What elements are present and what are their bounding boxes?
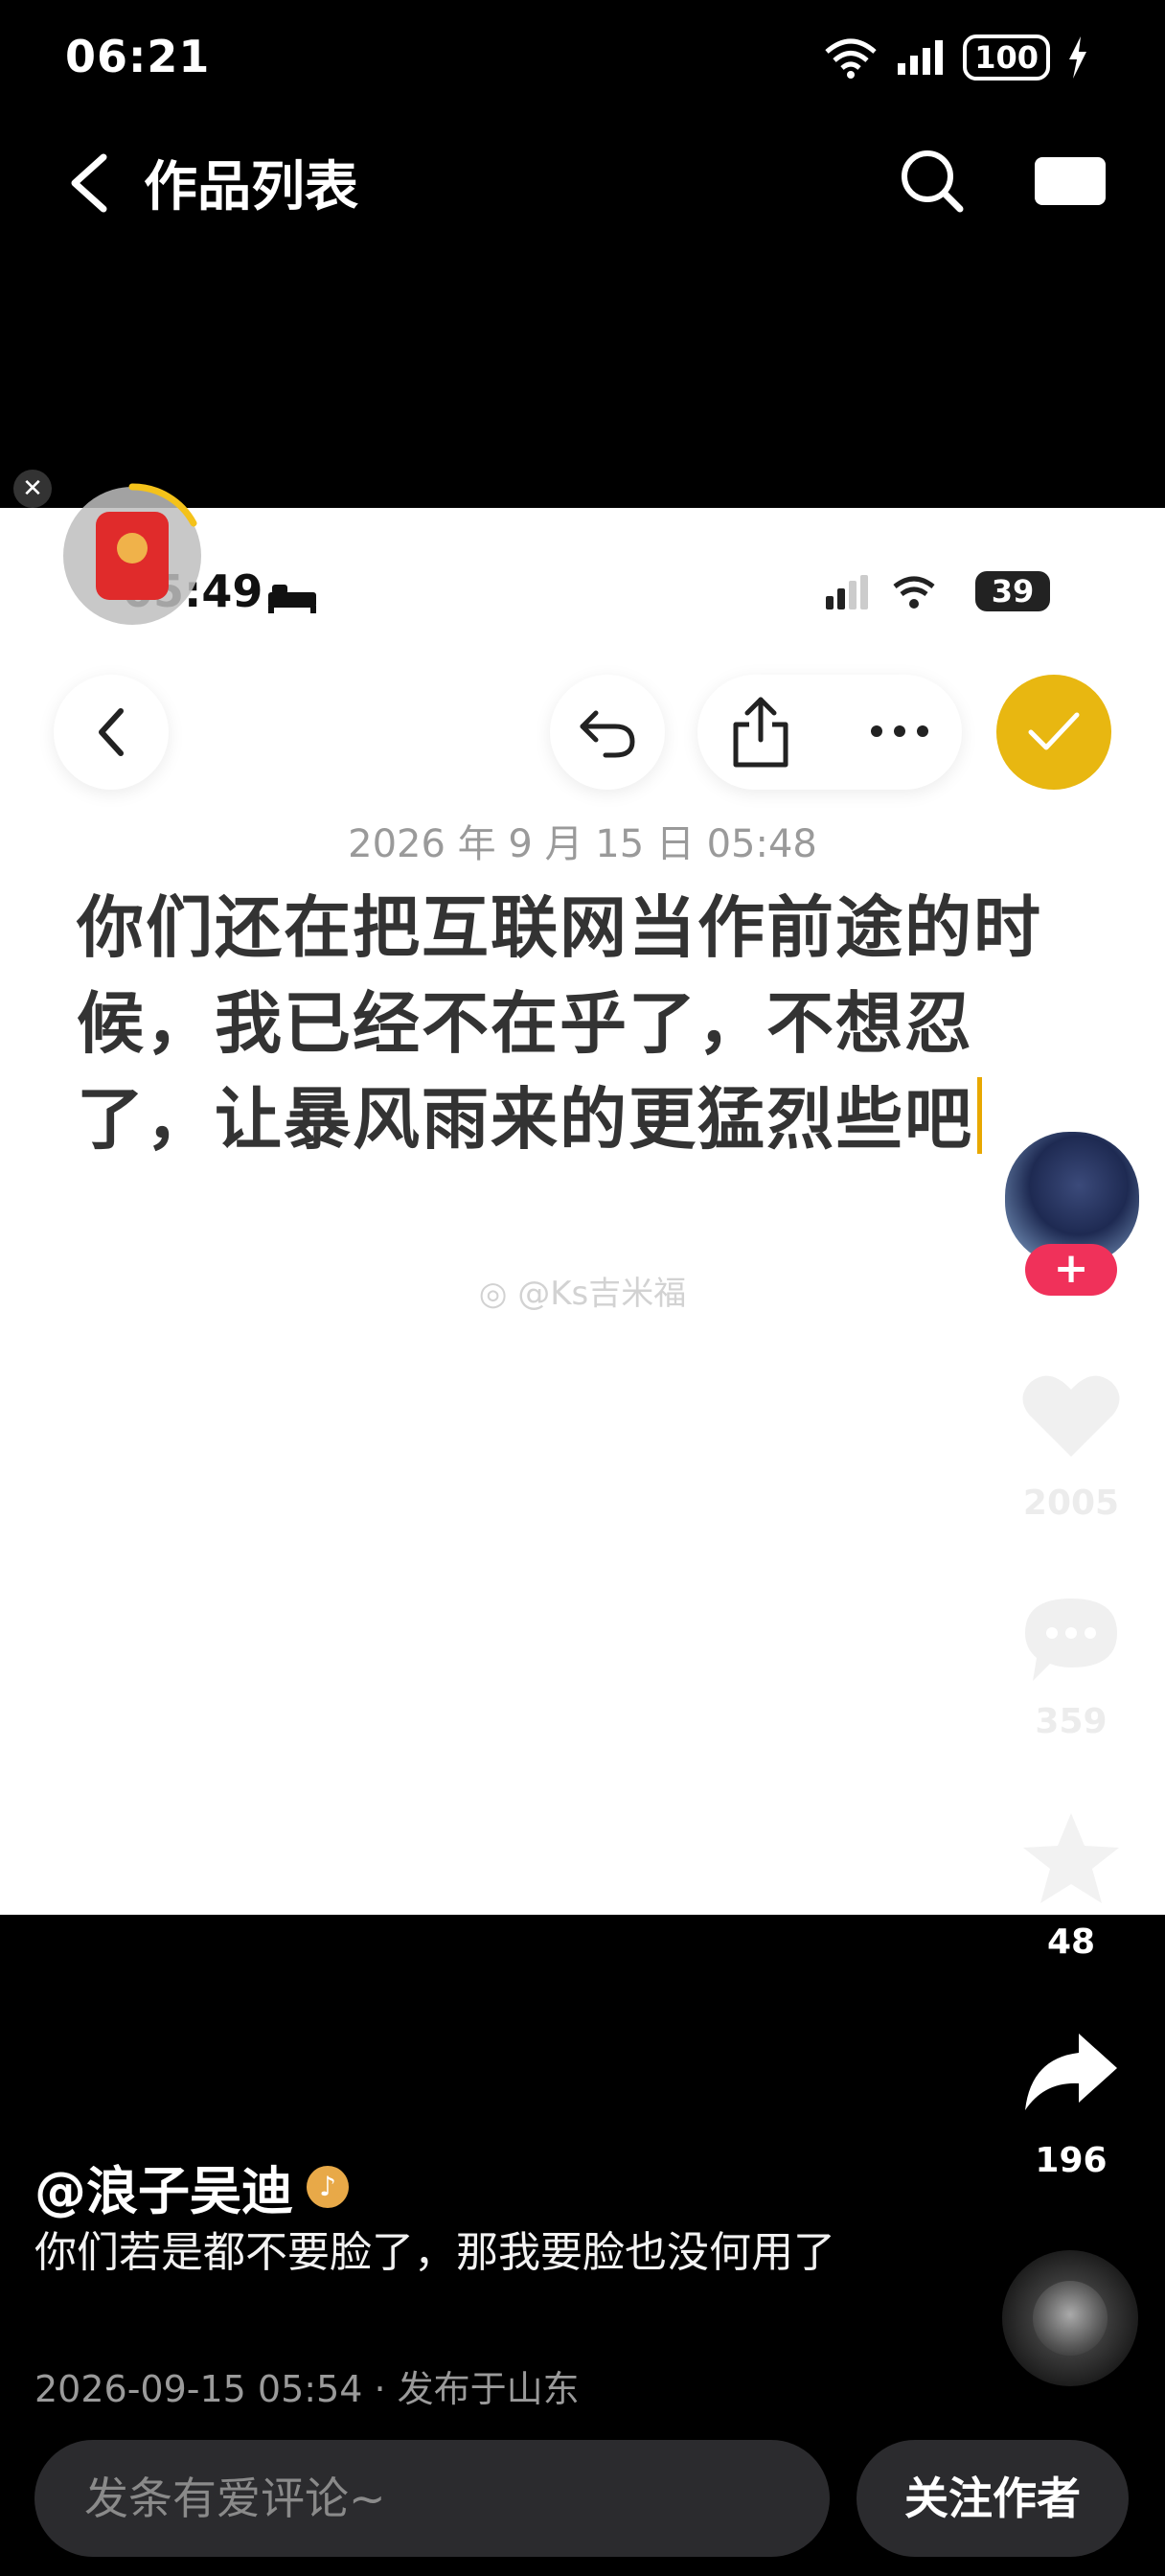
wifi-icon — [825, 38, 877, 79]
charging-bolt-icon — [1069, 36, 1086, 79]
share-arrow-icon[interactable] — [1021, 2030, 1121, 2112]
back-arrow-icon[interactable] — [63, 151, 113, 215]
more-dots-icon — [871, 725, 928, 737]
undo-icon — [580, 710, 635, 758]
note-text: 你们还在把互联网当作前途的时候，我已经不在乎了，不想忍了，让暴风雨来的更猛烈些吧 — [77, 888, 1042, 1159]
follow-author-button[interactable]: 关注作者 — [857, 2440, 1129, 2557]
note-back-button — [54, 675, 169, 790]
comment-count: 359 — [1035, 1702, 1108, 1741]
page-title: 作品列表 — [144, 156, 358, 218]
inner-signal-icon — [826, 575, 935, 610]
note-done-button — [996, 675, 1111, 790]
status-icons: 100 — [823, 34, 1088, 80]
weibo-watermark: ◎ @Ks吉米福 — [0, 1267, 1165, 1314]
watermark-text: @Ks吉米福 — [517, 1275, 687, 1313]
note-action-pill — [697, 675, 962, 790]
search-icon[interactable] — [899, 148, 966, 215]
note-body: 你们还在把互联网当作前途的时候，我已经不在乎了，不想忍了，让暴风雨来的更猛烈些吧 — [77, 880, 1073, 1167]
like-count: 2005 — [1022, 1484, 1120, 1523]
inner-battery: 39 — [975, 571, 1050, 611]
comment-icon[interactable] — [1021, 1595, 1121, 1687]
comment-input[interactable] — [34, 2440, 830, 2557]
chevron-left-icon — [99, 708, 124, 756]
author-name[interactable]: @浪子吴迪 — [34, 2149, 293, 2224]
checkmark-icon — [1028, 712, 1080, 750]
star-icon[interactable] — [1019, 1809, 1123, 1909]
text-cursor — [977, 1077, 982, 1154]
heart-icon[interactable] — [1021, 1370, 1121, 1460]
note-date: 2026 年 9 月 15 日 05:48 — [348, 822, 817, 866]
share-upload-icon — [733, 697, 788, 768]
follow-plus-button[interactable]: + — [1025, 1244, 1117, 1296]
post-description: 你们若是都不要脸了，那我要脸也没何用了 — [34, 2228, 835, 2277]
post-meta: 2026-09-15 05:54 · 发布于山东 — [34, 2368, 580, 2410]
battery-indicator: 100 — [963, 34, 1050, 80]
bed-icon — [268, 585, 316, 613]
favorite-count: 48 — [1046, 1922, 1096, 1962]
status-time: 06:21 — [65, 31, 211, 82]
music-cover — [1033, 2281, 1108, 2356]
music-badge-icon: ♪ — [307, 2165, 349, 2208]
widget-close-button[interactable]: ✕ — [13, 470, 52, 508]
note-undo-button — [550, 675, 665, 790]
weibo-logo-icon: ◎ — [478, 1275, 508, 1313]
screen-cast-icon[interactable] — [1035, 157, 1106, 205]
coin-icon — [117, 533, 148, 564]
cellular-signal-icon — [898, 40, 944, 75]
author-row: @浪子吴迪 ♪ — [34, 2149, 349, 2224]
share-count: 196 — [1035, 2141, 1108, 2180]
